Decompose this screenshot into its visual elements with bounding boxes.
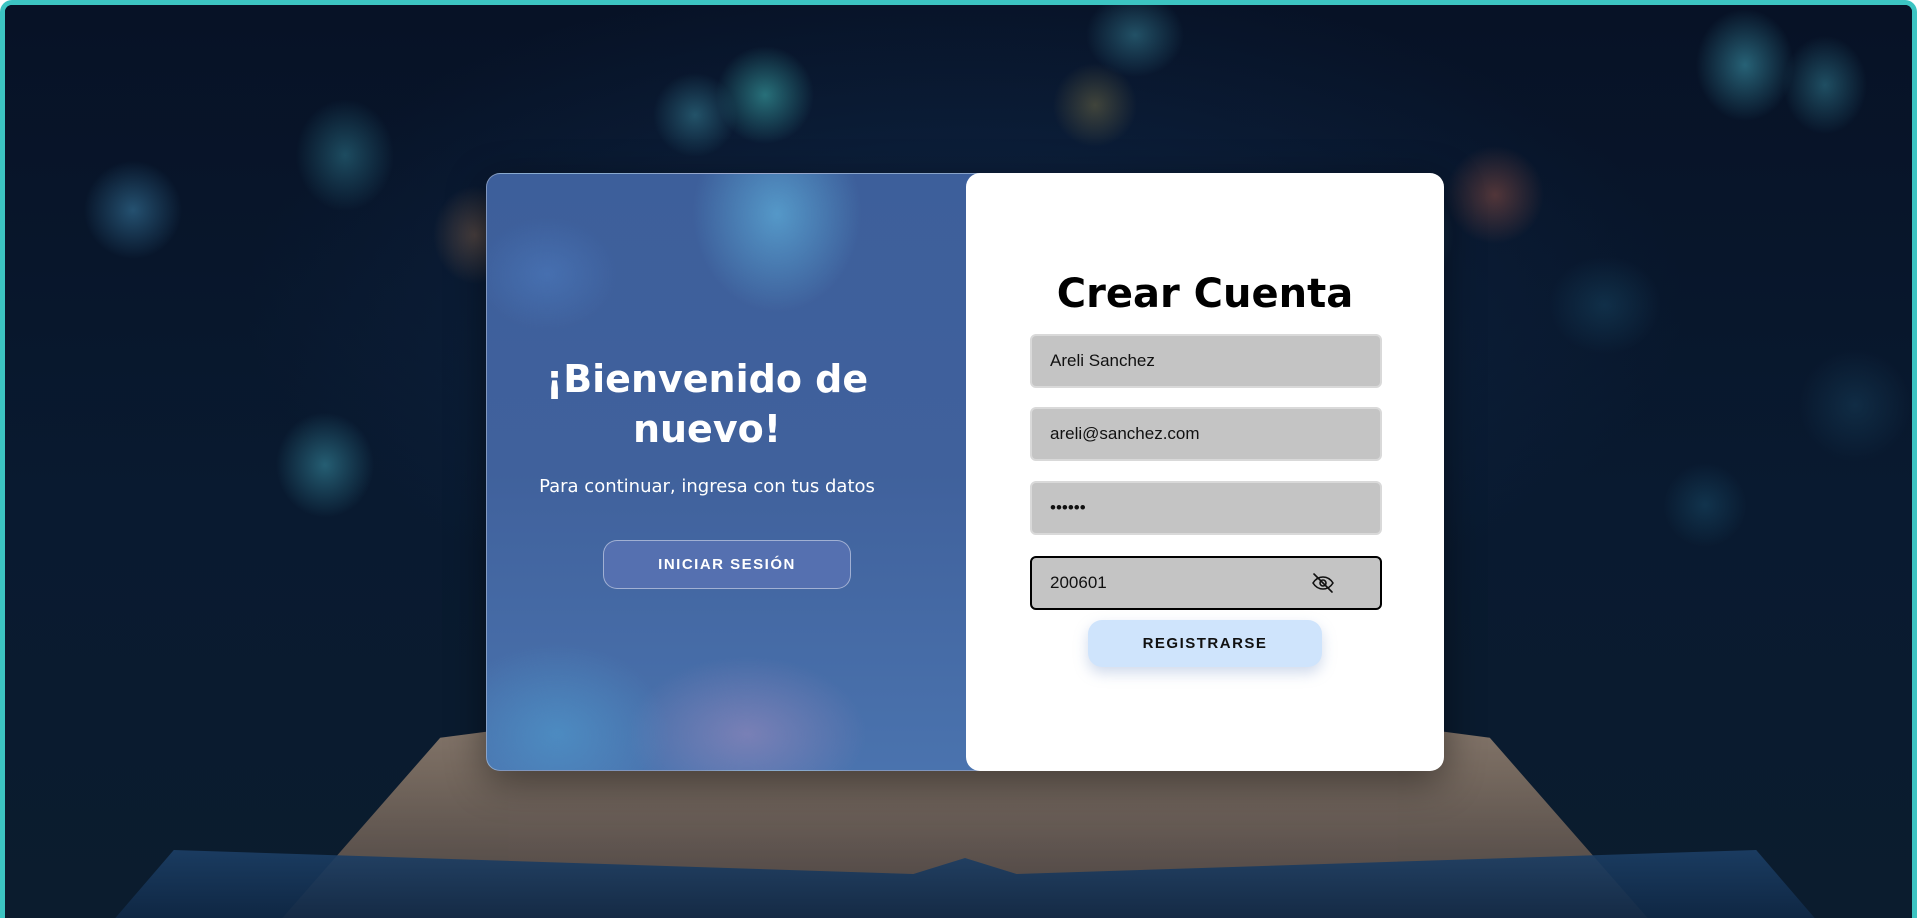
app-window: ¡Bienvenido de nuevo! Para continuar, in… [0,0,1917,918]
password-field[interactable] [1030,481,1382,535]
register-button[interactable]: REGISTRARSE [1088,620,1322,667]
login-button[interactable]: INICIAR SESIÓN [603,540,851,589]
name-field[interactable] [1030,334,1382,388]
register-panel: Crear Cuenta REGISTRARSE [966,173,1444,771]
welcome-panel: ¡Bienvenido de nuevo! Para continuar, in… [486,173,986,771]
eye-off-icon[interactable] [1308,568,1338,598]
register-title: Crear Cuenta [1056,271,1354,317]
welcome-title: ¡Bienvenido de nuevo! [545,357,869,451]
email-field[interactable] [1030,407,1382,461]
welcome-subtitle: Para continuar, ingresa con tus datos [539,476,875,497]
confirm-password-wrapper [1030,556,1382,610]
auth-card: ¡Bienvenido de nuevo! Para continuar, in… [486,173,1444,771]
book-cover-image [105,850,1825,918]
